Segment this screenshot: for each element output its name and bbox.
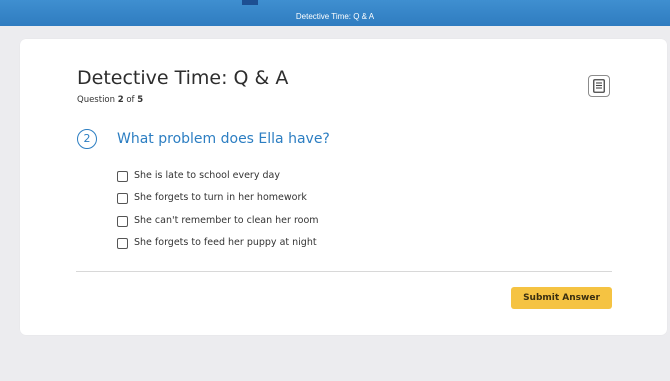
answer-option-label: She can't remember to clean her room (134, 215, 319, 226)
progress-separator: of (123, 95, 138, 105)
total-questions: 5 (137, 95, 144, 105)
question-number-badge: 2 (77, 129, 97, 149)
answer-checkbox[interactable] (117, 171, 128, 182)
question-progress: Question 2 of 5 (77, 95, 143, 105)
answer-option[interactable]: She is late to school every day (117, 169, 377, 183)
progress-prefix: Question (77, 95, 118, 105)
header-title: Detective Time: Q & A (295, 12, 375, 21)
answer-checkbox[interactable] (117, 216, 128, 227)
question-text: What problem does Ella have? (117, 131, 330, 147)
answer-option[interactable]: She can't remember to clean her room (117, 214, 377, 228)
notes-button[interactable] (588, 75, 610, 97)
answer-checkbox[interactable] (117, 238, 128, 249)
answer-option-label: She forgets to feed her puppy at night (134, 237, 317, 248)
answer-option-label: She is late to school every day (134, 170, 280, 181)
app-header-bar: Detective Time: Q & A (0, 0, 670, 26)
answer-option[interactable]: She forgets to turn in her homework (117, 191, 377, 205)
divider (76, 271, 612, 272)
document-icon (593, 79, 605, 93)
answer-checkbox[interactable] (117, 193, 128, 204)
answer-option[interactable]: She forgets to feed her puppy at night (117, 236, 377, 250)
header-tab-marker (242, 0, 258, 5)
answer-option-label: She forgets to turn in her homework (134, 192, 307, 203)
submit-answer-button[interactable]: Submit Answer (511, 287, 612, 309)
quiz-title: Detective Time: Q & A (77, 67, 289, 89)
quiz-card: Detective Time: Q & A Question 2 of 5 2 … (20, 39, 667, 335)
